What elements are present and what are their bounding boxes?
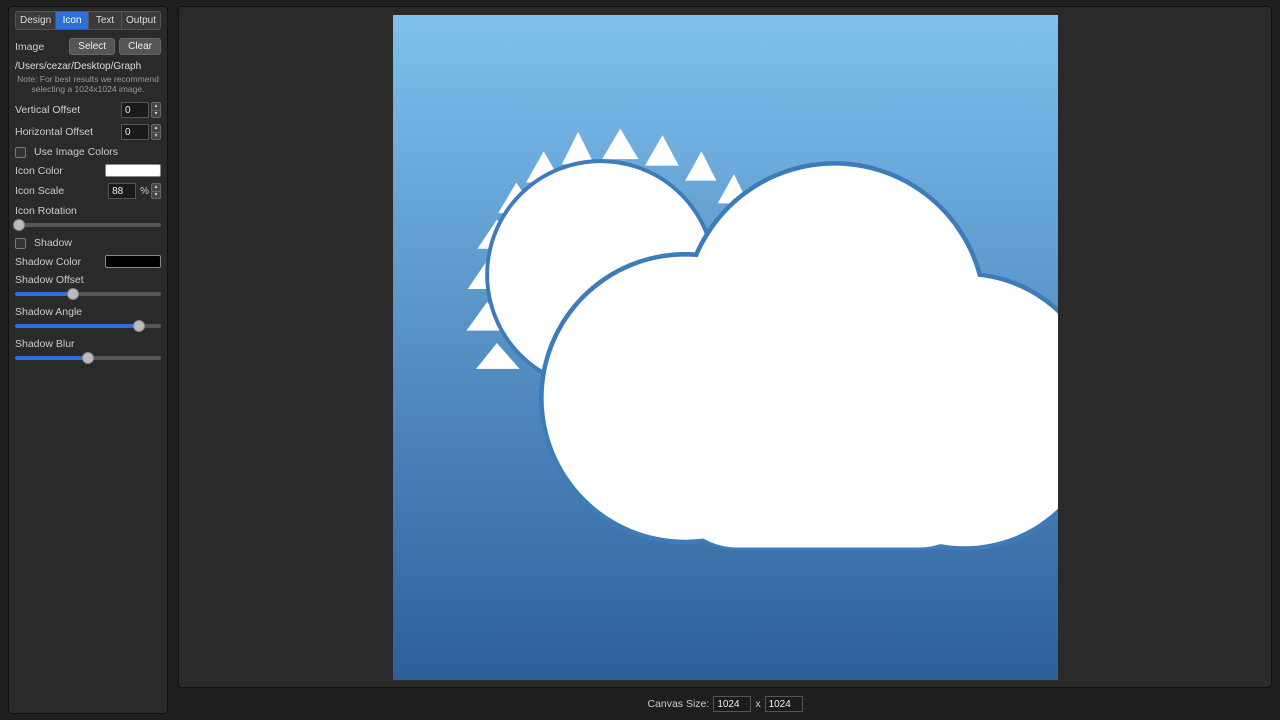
- icon-scale-label: Icon Scale: [15, 185, 64, 197]
- shadow-blur-label: Shadow Blur: [15, 338, 161, 350]
- select-button[interactable]: Select: [69, 38, 115, 55]
- canvas-size-separator: x: [755, 698, 760, 710]
- vertical-offset-label: Vertical Offset: [15, 104, 80, 116]
- tab-output[interactable]: Output: [122, 12, 160, 29]
- status-bar: Canvas Size: x: [178, 694, 1272, 714]
- icon-color-swatch[interactable]: [105, 164, 161, 177]
- icon-rotation-slider[interactable]: [15, 223, 161, 227]
- icon-scale-unit: %: [140, 186, 149, 197]
- horizontal-offset-label: Horizontal Offset: [15, 126, 93, 138]
- vertical-offset-input[interactable]: [121, 102, 149, 118]
- shadow-angle-label: Shadow Angle: [15, 306, 161, 318]
- shadow-angle-slider[interactable]: [15, 324, 161, 328]
- shadow-offset-thumb[interactable]: [67, 288, 79, 300]
- horizontal-offset-stepper[interactable]: ▴▾: [151, 124, 161, 140]
- shadow-color-label: Shadow Color: [15, 256, 81, 268]
- shadow-enable-checkbox[interactable]: [15, 238, 26, 249]
- horizontal-offset-input[interactable]: [121, 124, 149, 140]
- canvas-width-input[interactable]: [713, 696, 751, 712]
- icon-rotation-label: Icon Rotation: [15, 205, 161, 217]
- shadow-enable-label: Shadow: [34, 237, 72, 249]
- shadow-offset-label: Shadow Offset: [15, 274, 161, 286]
- canvas-panel: [178, 6, 1272, 688]
- shadow-blur-slider[interactable]: [15, 356, 161, 360]
- use-image-colors-checkbox[interactable]: [15, 147, 26, 158]
- tab-text[interactable]: Text: [89, 12, 122, 29]
- canvas-height-input[interactable]: [765, 696, 803, 712]
- sidebar-panel: Design Icon Text Output Image Select Cle…: [8, 6, 168, 714]
- image-path: /Users/cezar/Desktop/Graph: [15, 61, 161, 72]
- tab-design[interactable]: Design: [16, 12, 56, 29]
- shadow-offset-slider[interactable]: [15, 292, 161, 296]
- clear-button[interactable]: Clear: [119, 38, 161, 55]
- vertical-offset-stepper[interactable]: ▴▾: [151, 102, 161, 118]
- shadow-angle-thumb[interactable]: [133, 320, 145, 332]
- shadow-blur-thumb[interactable]: [82, 352, 94, 364]
- icon-scale-input[interactable]: [108, 183, 136, 199]
- shadow-color-swatch[interactable]: [105, 255, 161, 268]
- mode-tabs: Design Icon Text Output: [15, 11, 161, 30]
- use-image-colors-label: Use Image Colors: [34, 146, 118, 158]
- weather-sun-cloud-icon: [393, 15, 1058, 680]
- canvas[interactable]: [393, 15, 1058, 680]
- tab-icon[interactable]: Icon: [56, 12, 89, 29]
- image-note: Note: For best results we recommend sele…: [15, 74, 161, 94]
- image-label: Image: [15, 41, 44, 53]
- icon-color-label: Icon Color: [15, 165, 63, 177]
- icon-rotation-thumb[interactable]: [13, 219, 25, 231]
- canvas-size-label: Canvas Size:: [647, 698, 709, 710]
- icon-scale-stepper[interactable]: ▴▾: [151, 183, 161, 199]
